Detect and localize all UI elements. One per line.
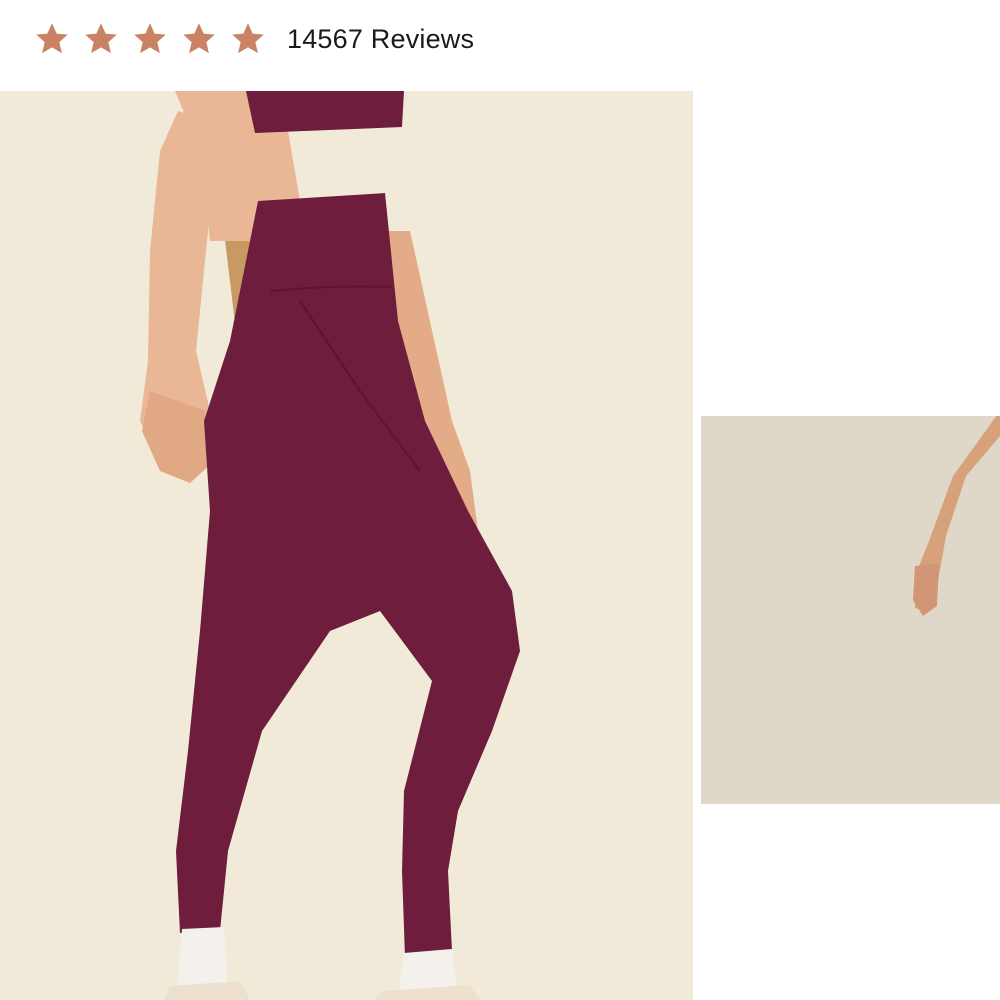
product-image-next[interactable]: [701, 416, 1000, 804]
product-photo: [0, 91, 693, 1000]
star-icon: [181, 21, 217, 57]
star-icon: [83, 21, 119, 57]
star-icon: [34, 21, 70, 57]
product-image-main[interactable]: [0, 91, 693, 1000]
reviews-count-link[interactable]: 14567 Reviews: [287, 24, 474, 55]
star-icon: [132, 21, 168, 57]
product-photo-partial-icon: [701, 416, 1000, 804]
rating-summary[interactable]: 14567 Reviews: [34, 18, 474, 60]
star-rating[interactable]: [34, 21, 279, 57]
star-icon: [230, 21, 266, 57]
